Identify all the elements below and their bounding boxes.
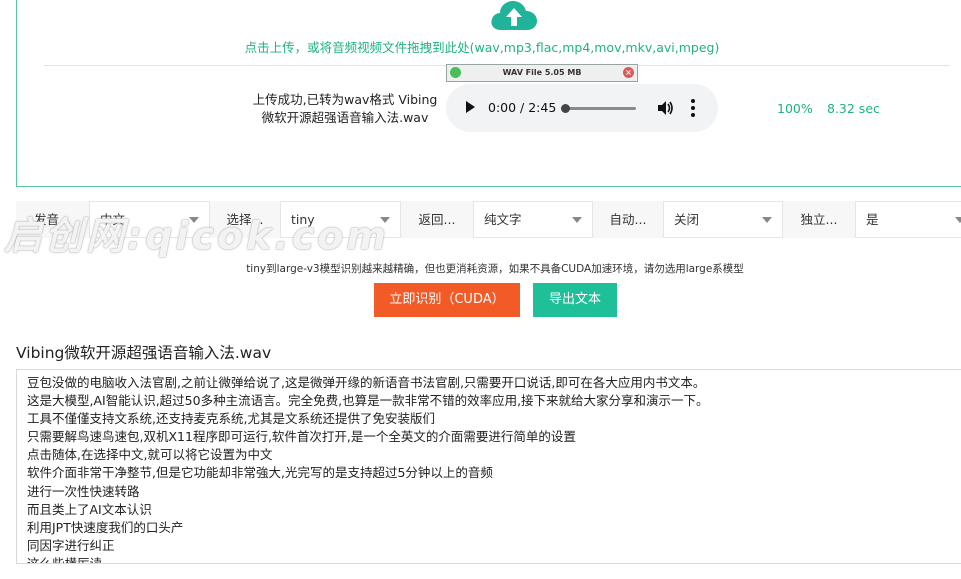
chevron-down-icon <box>572 217 582 223</box>
file-badge: WAV File 5.05 MB × <box>446 64 638 82</box>
seek-slider[interactable] <box>561 104 636 113</box>
option-label-output: 返回... <box>418 212 456 227</box>
chevron-down-icon <box>955 217 961 223</box>
result-line: 豆包没做的电脑收入法官剧,之前让微弹给说了,这是微弹开缘的新语音书法官剧,只需要… <box>27 375 706 390</box>
upload-filename: 微软开源超强语音输入法.wav <box>261 110 429 125</box>
result-title: Vibing微软开源超强语音输入法.wav <box>16 344 272 362</box>
result-line: 这么些横厉读 <box>27 555 103 564</box>
watermark: 启创网:qicok.com <box>4 214 389 258</box>
model-note: tiny到large-v3模型识别越来越精确，但也更消耗资源，如果不具备CUDA… <box>246 263 744 275</box>
result-line: 只需要解鸟速鸟速包,双机X11程序即可运行,软件首次打开,是一个全英文的介面需要… <box>27 429 576 445</box>
more-options-icon[interactable] <box>690 98 696 118</box>
upload-status-line: 上传成功,已转为wav格式 Vibing <box>252 92 438 107</box>
upload-status: 上传成功,已转为wav格式 Vibing 微软开源超强语音输入法.wav <box>240 91 450 127</box>
cloud-upload-icon <box>491 1 537 30</box>
result-line: 而且类上了AI文本认识 <box>27 501 152 517</box>
select-auto[interactable]: 关闭 <box>663 201 783 238</box>
result-line: 工具不僅僅支持文系统,还支持麦克系统,尤其是文系统还提供了免安装版们 <box>27 411 435 427</box>
select-output-value: 纯文字 <box>484 212 522 227</box>
file-badge-text: WAV File 5.05 MB <box>502 68 582 77</box>
seek-knob[interactable] <box>561 104 570 113</box>
select-standalone[interactable]: 是 <box>855 201 961 238</box>
result-line: 进行一次性快速转路 <box>27 483 140 499</box>
result-textarea[interactable]: 豆包没做的电脑收入法官剧,之前让微弹给说了,这是微弹开缘的新语音书法官剧,只需要… <box>16 369 961 564</box>
check-icon <box>450 67 461 78</box>
option-label-standalone: 独立... <box>800 212 838 227</box>
play-icon[interactable] <box>466 101 475 113</box>
recognize-button[interactable]: 立即识别（CUDA） <box>374 283 520 317</box>
select-standalone-value: 是 <box>866 212 879 227</box>
progress-percent: 100% <box>777 101 813 116</box>
volume-icon[interactable] <box>656 99 674 117</box>
select-output[interactable]: 纯文字 <box>473 201 593 238</box>
elapsed-time: 8.32 sec <box>827 101 880 116</box>
player-time: 0:00 / 2:45 <box>488 100 557 115</box>
export-text-button[interactable]: 导出文本 <box>533 283 617 317</box>
select-auto-value: 关闭 <box>674 212 700 227</box>
chevron-down-icon <box>762 217 772 223</box>
result-line: 点击随体,在选择中文,就可以将它设置为中文 <box>27 447 273 463</box>
option-label-auto: 自动... <box>609 212 647 227</box>
audio-player[interactable]: 0:00 / 2:45 <box>446 84 718 132</box>
result-line: 利用JPT快速度我们的口头产 <box>27 519 184 535</box>
result-line: 同因字进行纠正 <box>27 537 115 553</box>
result-line: 软件介面非常干净整节,但是它功能却非常強大,光完写的是支持超过5分钟以上的音频 <box>27 465 493 481</box>
result-line: 这是大模型,AI智能认识,超过50多种主流语言。完全免费,也算是一款非常不错的效… <box>27 393 709 409</box>
upload-hint[interactable]: 点击上传，或将音频视频文件拖拽到此处(wav,mp3,flac,mp4,mov,… <box>17 37 947 56</box>
close-icon[interactable]: × <box>623 67 634 78</box>
